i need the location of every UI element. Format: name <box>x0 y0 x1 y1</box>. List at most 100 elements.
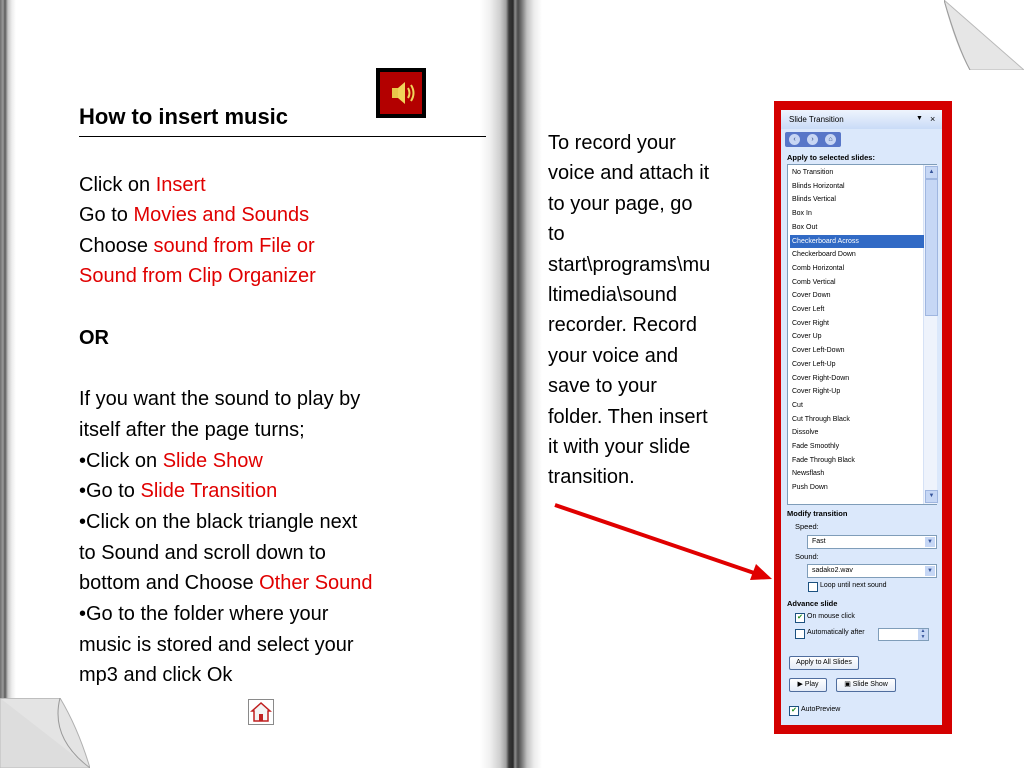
transition-list-item[interactable]: Push Down <box>790 481 924 495</box>
transition-list-item[interactable]: Cut <box>790 399 924 413</box>
instruction-line: Click on Insert <box>79 174 206 196</box>
scroll-down-icon[interactable]: ▼ <box>925 490 938 503</box>
transition-list-item[interactable]: Cover Right-Down <box>790 372 924 386</box>
transition-list-item[interactable]: Cover Right <box>790 317 924 331</box>
paragraph-line: If you want the sound to play by <box>79 388 361 410</box>
loop-checkbox[interactable] <box>808 582 818 592</box>
transition-list-item[interactable]: Box In <box>790 207 924 221</box>
forward-icon[interactable]: › <box>807 134 818 145</box>
slide-show-button[interactable]: ▣ Slide Show <box>836 678 896 692</box>
instruction-line: start\programs\mu <box>548 253 711 276</box>
bullet-item: •Click on Slide Show <box>79 450 263 472</box>
instruction-line: it with your slide <box>548 436 691 459</box>
transition-list-item[interactable]: Box Out <box>790 221 924 235</box>
bullet-item: mp3 and click Ok <box>79 664 233 686</box>
paragraph-line: itself after the page turns; <box>79 419 305 441</box>
transition-list-item[interactable]: Fade Through Black <box>790 454 924 468</box>
sound-dropdown[interactable]: sadako2.wav ▼ <box>807 564 937 578</box>
apply-to-selected-label: Apply to selected slides: <box>787 153 875 162</box>
home-icon[interactable] <box>248 699 274 725</box>
sound-label: Sound: <box>795 552 819 561</box>
transition-list-item[interactable]: Blinds Horizontal <box>790 180 924 194</box>
transition-list-item[interactable]: Fade Smoothly <box>790 440 924 454</box>
instruction-line: to your page, go <box>548 192 693 215</box>
pane-close-icon[interactable]: × <box>930 114 935 124</box>
autopreview-checkbox[interactable]: ✔ <box>789 706 799 716</box>
speaker-icon[interactable] <box>376 68 426 118</box>
spinner-icon[interactable]: ▲ ▼ <box>918 628 928 640</box>
page-curl-top-right[interactable] <box>944 0 1024 70</box>
back-icon[interactable]: ‹ <box>789 134 800 145</box>
bullet-item: music is stored and select your <box>79 634 354 656</box>
transition-list-item[interactable]: Checkerboard Down <box>790 248 924 262</box>
instruction-line: To record your <box>548 132 676 154</box>
transition-list-item[interactable]: Blinds Vertical <box>790 193 924 207</box>
instruction-line: folder. Then insert <box>548 405 708 428</box>
auto-after-checkbox[interactable] <box>795 629 805 639</box>
slide-show-label: Slide Show <box>852 681 888 688</box>
speed-dropdown[interactable]: Fast ▼ <box>807 535 937 549</box>
red-arrow-icon <box>554 503 772 580</box>
auto-after-label: Automatically after <box>807 629 865 636</box>
transition-list-item[interactable]: No Transition <box>790 166 924 180</box>
transition-list-item[interactable]: Comb Horizontal <box>790 262 924 276</box>
instruction-line: save to your <box>548 375 657 398</box>
sound-value: sadako2.wav <box>812 567 853 574</box>
speed-value: Fast <box>812 538 826 545</box>
apply-to-all-slides-button[interactable]: Apply to All Slides <box>789 656 859 670</box>
scroll-up-icon[interactable]: ▲ <box>925 166 938 179</box>
instruction-line: Sound from Clip Organizer <box>79 265 316 287</box>
bullet-item: •Go to Slide Transition <box>79 480 278 502</box>
modify-transition-label: Modify transition <box>787 509 848 518</box>
advance-slide-label: Advance slide <box>787 599 838 608</box>
bullet-item: •Go to the folder where your <box>79 603 329 625</box>
pane-title: Slide Transition <box>789 115 844 124</box>
instruction-line: transition. <box>548 466 635 489</box>
transition-list-item[interactable]: Cover Down <box>790 289 924 303</box>
bullet-item: •Click on the black triangle next <box>79 511 358 533</box>
instruction-line: your voice and <box>548 344 679 367</box>
slide-transition-pane: Slide Transition ▼ × ‹ › ⌂ Apply to sele… <box>781 110 942 725</box>
on-mouse-click-label: On mouse click <box>807 613 855 620</box>
chevron-down-icon[interactable]: ▼ <box>925 566 935 576</box>
transition-list-item[interactable]: Cover Left-Up <box>790 358 924 372</box>
play-label: Play <box>804 681 819 688</box>
heading-divider <box>79 136 486 137</box>
transition-list-item[interactable]: Cover Left <box>790 303 924 317</box>
scroll-thumb[interactable] <box>925 179 938 316</box>
transition-list[interactable]: ▲ ▼ No Transition Blinds Horizontal Blinds… <box>787 164 938 505</box>
autopreview-label: AutoPreview <box>801 706 841 713</box>
play-button[interactable]: ▶ Play <box>789 678 827 692</box>
page-curl-bottom-left[interactable] <box>0 698 90 768</box>
instruction-line: ltimedia\sound <box>548 284 677 307</box>
instruction-line: Choose sound from File or <box>79 235 315 257</box>
auto-after-time-input[interactable]: ▲ ▼ <box>878 628 929 641</box>
recording-instructions: To record your voice and attach it to your… <box>548 128 768 493</box>
slideshow-icon: ▣ <box>844 681 851 688</box>
pane-title-bar: Slide Transition ▼ × <box>781 110 942 129</box>
transition-list-item[interactable]: Cover Up <box>790 330 924 344</box>
transition-list-item[interactable]: Comb Vertical <box>790 276 924 290</box>
transition-list-item[interactable]: Cover Right-Up <box>790 385 924 399</box>
play-icon: ▶ <box>797 681 803 688</box>
bullet-item: to Sound and scroll down to <box>79 542 326 564</box>
or-separator: OR <box>79 327 109 349</box>
bullet-item: bottom and Choose Other Sound <box>79 572 373 594</box>
instruction-line: to <box>548 223 565 246</box>
chevron-down-icon[interactable]: ▼ <box>925 537 935 547</box>
transition-list-item[interactable]: Cover Left-Down <box>790 344 924 358</box>
book-left-edge <box>0 0 16 768</box>
pane-navigation-bar: ‹ › ⌂ <box>785 132 841 147</box>
home-icon[interactable]: ⌂ <box>825 134 836 145</box>
on-mouse-click-checkbox[interactable]: ✔ <box>795 613 805 623</box>
transition-list-item[interactable]: Dissolve <box>790 426 924 440</box>
instruction-line: Go to Movies and Sounds <box>79 204 310 226</box>
pane-menu-dropdown-icon[interactable]: ▼ <box>916 115 923 122</box>
transition-list-item[interactable]: Newsflash <box>790 467 924 481</box>
transition-list-item[interactable]: Checkerboard Across <box>790 234 924 249</box>
transition-list-item[interactable]: Cut Through Black <box>790 413 924 427</box>
speed-label: Speed: <box>795 522 819 531</box>
page-heading: How to insert music <box>79 104 289 129</box>
list-scrollbar[interactable]: ▲ ▼ <box>923 165 938 504</box>
loop-label: Loop until next sound <box>820 582 887 589</box>
